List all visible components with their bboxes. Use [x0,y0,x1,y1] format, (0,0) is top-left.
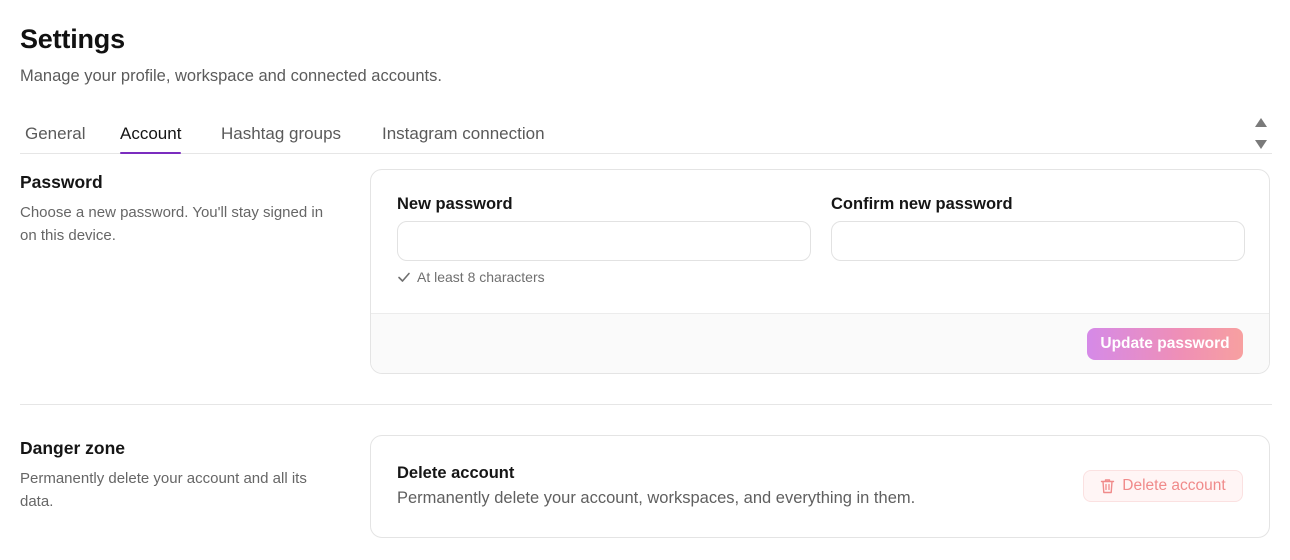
new-password-label: New password [397,195,513,213]
password-card: New password Confirm new password At lea… [370,169,1270,374]
password-section-title: Password [20,172,103,192]
page-title: Settings [20,24,125,54]
tab-general[interactable]: General [25,124,85,154]
tab-hashtag-groups[interactable]: Hashtag groups [221,124,341,154]
password-hint-text: At least 8 characters [417,269,545,285]
trash-icon [1101,479,1115,494]
scroll-up-icon[interactable] [1255,118,1267,127]
danger-zone-title: Danger zone [20,438,126,458]
page-subtitle: Manage your profile, workspace and conne… [20,67,442,85]
settings-page: Settings Manage your profile, workspace … [0,0,1290,560]
scroll-down-icon[interactable] [1255,140,1267,149]
tab-instagram-connection[interactable]: Instagram connection [382,124,545,154]
password-hint: At least 8 characters [397,269,545,285]
update-password-button[interactable]: Update password [1087,328,1243,360]
delete-account-button-label: Delete account [1122,477,1226,494]
section-divider [20,404,1272,405]
tab-account[interactable]: Account [120,124,182,154]
delete-account-card: Delete account Permanently delete your a… [370,435,1270,538]
delete-account-description: Permanently delete your account, workspa… [397,489,916,507]
delete-account-button[interactable]: Delete account [1083,470,1243,502]
scroll-arrows-icon[interactable] [1252,118,1270,152]
new-password-input[interactable] [397,221,811,261]
confirm-password-label: Confirm new password [831,195,1013,213]
delete-account-title: Delete account [397,464,515,482]
danger-zone-description: Permanently delete your account and all … [20,470,307,510]
confirm-password-input[interactable] [831,221,1245,261]
check-icon [398,272,410,282]
settings-tabs: General Account Hashtag groups Instagram… [20,112,1272,154]
password-card-footer: Update password [371,313,1269,373]
password-section-description: Choose a new password. You'll stay signe… [20,204,324,244]
